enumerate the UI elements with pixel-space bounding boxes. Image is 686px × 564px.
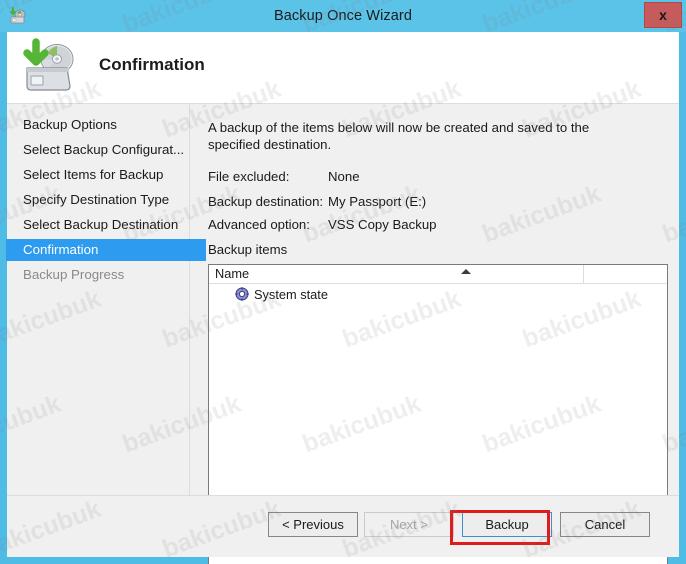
next-button: Next > — [364, 512, 454, 537]
sidebar-item-confirmation[interactable]: Confirmation — [6, 239, 206, 261]
sidebar-item-backup-progress: Backup Progress — [23, 267, 125, 282]
column-header-blank[interactable] — [584, 265, 667, 283]
intro-text: A backup of the items below will now be … — [208, 120, 590, 152]
sidebar-item-backup-options[interactable]: Backup Options — [7, 114, 189, 136]
list-item[interactable]: System state — [209, 284, 667, 304]
close-icon[interactable]: x — [644, 2, 682, 28]
system-state-icon — [235, 287, 249, 301]
window-frame-left — [0, 32, 7, 564]
wizard-body: Backup Options Select Backup Configurat.… — [6, 104, 679, 564]
wizard-step-sidebar: Backup Options Select Backup Configurat.… — [6, 104, 206, 557]
detail-label-backup-destination: Backup destination: — [208, 194, 324, 209]
detail-row-advanced-option: Advanced option: VSS Copy Backup — [208, 217, 437, 232]
sort-ascending-icon — [461, 269, 471, 274]
previous-button[interactable]: < Previous — [268, 512, 358, 537]
column-header-name[interactable]: Name — [209, 265, 584, 283]
detail-row-file-excluded: File excluded: None — [208, 169, 360, 184]
window-title: Backup Once Wizard — [274, 8, 412, 24]
backup-drive-disc-icon — [17, 38, 79, 96]
detail-value-file-excluded: None — [328, 169, 360, 184]
detail-label-file-excluded: File excluded: — [208, 169, 290, 184]
sidebar-item-select-backup-destination[interactable]: Select Backup Destination — [7, 214, 189, 236]
detail-value-advanced-option: VSS Copy Backup — [328, 217, 437, 232]
detail-row-backup-destination: Backup destination: My Passport (E:) — [208, 194, 426, 209]
sidebar-item-select-backup-configuration[interactable]: Select Backup Configurat... — [7, 139, 189, 161]
list-item-name: System state — [254, 286, 328, 302]
window-frame-right — [679, 32, 686, 564]
step-list: Backup Options Select Backup Configurat.… — [6, 104, 206, 286]
page-title: Confirmation — [99, 55, 205, 74]
title-bar: Backup Once Wizard x — [0, 0, 686, 32]
sidebar-item-specify-destination-type[interactable]: Specify Destination Type — [7, 189, 189, 211]
backup-once-wizard-window: Backup Once Wizard x Confirmation Backup… — [0, 0, 686, 564]
detail-value-backup-destination: My Passport (E:) — [328, 194, 427, 209]
backup-items-heading: Backup items — [208, 242, 288, 257]
wizard-footer: < Previous Next > Backup Cancel — [7, 496, 679, 557]
detail-label-advanced-option: Advanced option: — [208, 217, 310, 232]
column-header-name-label: Name — [215, 266, 250, 281]
listbox-header: Name — [209, 265, 667, 284]
cancel-button[interactable]: Cancel — [560, 512, 650, 537]
confirmation-content: A backup of the items below will now be … — [191, 104, 679, 564]
wizard-header: Confirmation — [7, 32, 679, 104]
sidebar-item-select-items-for-backup[interactable]: Select Items for Backup — [7, 164, 189, 186]
backup-button[interactable]: Backup — [462, 512, 552, 537]
